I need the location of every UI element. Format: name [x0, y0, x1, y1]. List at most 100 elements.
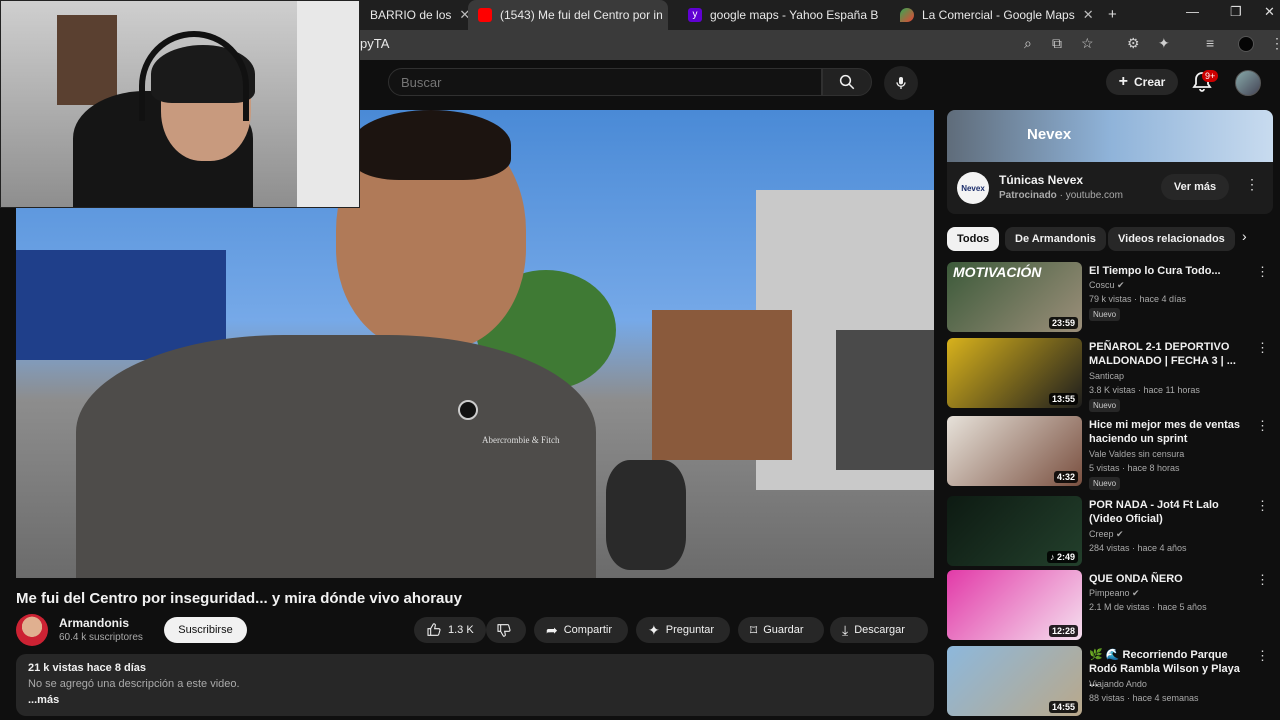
- download-button[interactable]: ⤓ Descargar: [830, 617, 928, 643]
- headphones-icon: [139, 31, 249, 121]
- maps-favicon-icon: [900, 8, 914, 22]
- recommended-video[interactable]: 14:55 🌿 🌊 Recorriendo Parque Rodó Rambla …: [947, 646, 1273, 718]
- kebab-menu-icon[interactable]: ⋮: [1256, 340, 1269, 356]
- new-tab-icon[interactable]: +: [1108, 6, 1117, 23]
- tab-yahoo-search[interactable]: y google maps - Yahoo España B ✕: [678, 0, 880, 30]
- chevron-right-icon[interactable]: ›: [1242, 228, 1247, 244]
- share-button[interactable]: ➦ Compartir: [534, 617, 628, 643]
- video-thumbnail[interactable]: 14:55: [947, 646, 1082, 716]
- views-and-date: 21 k vistas hace 8 días: [28, 662, 147, 674]
- channel-name: Creep: [1089, 529, 1114, 539]
- tab-google-maps[interactable]: La Comercial - Google Maps ✕: [890, 0, 1098, 30]
- tab-label: BARRIO de los: [370, 8, 452, 22]
- ad-banner-brand: Nevex: [1027, 126, 1072, 143]
- new-badge: Nuevo: [1089, 308, 1121, 321]
- recommended-channel[interactable]: Creep ✔: [1089, 529, 1124, 540]
- recommended-meta: 5 vistas · hace 8 horas: [1089, 463, 1180, 473]
- recommended-title[interactable]: El Tiempo lo Cura Todo...: [1089, 264, 1249, 278]
- recommended-title[interactable]: POR NADA - Jot4 Ft Lalo (Video Oficial): [1089, 498, 1249, 526]
- install-app-icon[interactable]: ⧉: [1052, 35, 1062, 52]
- share-label: Compartir: [563, 624, 613, 636]
- duration-badge: 4:32: [1053, 471, 1078, 483]
- recommended-meta: 79 k vistas · hace 4 días: [1089, 294, 1187, 304]
- description-box[interactable]: 21 k vistas hace 8 días No se agregó una…: [16, 654, 934, 716]
- webcam-overlay: [0, 0, 360, 208]
- recommended-channel[interactable]: Santicap: [1089, 371, 1124, 381]
- zoom-icon[interactable]: ⌕: [1024, 35, 1032, 52]
- video-thumbnail[interactable]: ♪ 2:49: [947, 496, 1082, 566]
- kebab-menu-icon[interactable]: ⋮: [1245, 176, 1259, 193]
- ask-button[interactable]: ✦ Preguntar: [636, 617, 730, 643]
- kebab-menu-icon[interactable]: ⋮: [1270, 35, 1280, 52]
- duration-badge: 12:28: [1048, 625, 1078, 637]
- subscriber-count: 60.4 k suscriptores: [59, 632, 143, 643]
- extension-icon[interactable]: ⚙: [1127, 35, 1140, 52]
- tab-youtube-video[interactable]: (1543) Me fui del Centro por in ✕: [468, 0, 668, 30]
- ad-title[interactable]: Túnicas Nevex: [999, 173, 1083, 187]
- minimize-icon[interactable]: —: [1186, 4, 1199, 19]
- url-text[interactable]: pyTA: [360, 36, 389, 51]
- recommended-channel[interactable]: Coscu ✔: [1089, 280, 1125, 291]
- recommended-video[interactable]: 13:55 PEÑAROL 2-1 DEPORTIVO MALDONADO | F…: [947, 338, 1273, 412]
- create-button[interactable]: + Crear: [1106, 69, 1178, 95]
- shelf-shape: [57, 15, 117, 105]
- kebab-menu-icon[interactable]: ⋮: [1256, 648, 1269, 664]
- kebab-menu-icon[interactable]: ⋮: [1256, 498, 1269, 514]
- sponsored-ad-card[interactable]: Nevex Nevex Túnicas Nevex Patrocinado · …: [947, 110, 1273, 214]
- channel-name[interactable]: Armandonis: [59, 616, 129, 630]
- puzzle-icon[interactable]: ✦: [1158, 35, 1170, 52]
- dislike-button[interactable]: [486, 617, 526, 643]
- save-button[interactable]: ⌑ Guardar: [738, 617, 824, 643]
- kebab-menu-icon[interactable]: ⋮: [1256, 572, 1269, 588]
- recommended-video[interactable]: ♪ 2:49 POR NADA - Jot4 Ft Lalo (Video Ofi…: [947, 496, 1273, 568]
- create-label: Crear: [1133, 75, 1166, 89]
- recommended-meta: 3.8 K vistas · hace 11 horas: [1089, 385, 1200, 395]
- duration-badge: ♪ 2:49: [1046, 551, 1078, 563]
- video-thumbnail[interactable]: MOTIVACIÓN 23:59: [947, 262, 1082, 332]
- bookmark-star-icon[interactable]: ☆: [1081, 35, 1094, 52]
- thumbs-down-icon: [497, 624, 511, 637]
- recommended-title[interactable]: PEÑAROL 2-1 DEPORTIVO MALDONADO | FECHA …: [1089, 340, 1249, 368]
- subscribe-button[interactable]: Suscribirse: [164, 617, 247, 643]
- recommended-title[interactable]: Hice mi mejor mes de ventas haciendo un …: [1089, 418, 1249, 446]
- channel-avatar[interactable]: [16, 614, 48, 646]
- profile-icon[interactable]: [1238, 36, 1254, 52]
- chip-de-armandonis[interactable]: De Armandonis: [1005, 227, 1106, 251]
- search-button[interactable]: [822, 68, 872, 96]
- video-thumbnail[interactable]: 12:28: [947, 570, 1082, 640]
- close-window-icon[interactable]: ✕: [1264, 4, 1275, 20]
- recommended-video[interactable]: 4:32 Hice mi mejor mes de ventas haciendo…: [947, 416, 1273, 490]
- ad-cta-button[interactable]: Ver más: [1161, 174, 1229, 200]
- recommended-video[interactable]: MOTIVACIÓN 23:59 El Tiempo lo Cura Todo...…: [947, 262, 1273, 334]
- search-input[interactable]: [388, 68, 822, 96]
- search-icon: [839, 74, 855, 90]
- chip-videos-relacionados[interactable]: Videos relacionados: [1108, 227, 1235, 251]
- kebab-menu-icon[interactable]: ⋮: [1256, 264, 1269, 280]
- close-icon[interactable]: ✕: [1083, 7, 1094, 23]
- sparkle-icon: ✦: [648, 621, 660, 638]
- show-more-link[interactable]: ...más: [28, 694, 922, 706]
- voice-search-button[interactable]: [884, 66, 918, 100]
- video-thumbnail[interactable]: 4:32: [947, 416, 1082, 486]
- kebab-menu-icon[interactable]: ⋮: [1256, 418, 1269, 434]
- verified-icon: ✔: [1113, 529, 1124, 539]
- recommended-channel[interactable]: Viajando Ando: [1089, 679, 1147, 689]
- ad-banner-image[interactable]: Nevex: [947, 110, 1273, 162]
- account-avatar[interactable]: [1235, 70, 1261, 96]
- ad-domain: youtube.com: [1065, 190, 1123, 201]
- description-text: No se agregó una descripción a este vide…: [28, 678, 240, 690]
- media-icon[interactable]: ≡: [1206, 35, 1214, 51]
- like-button[interactable]: 1.3 K: [414, 617, 486, 643]
- chip-todos[interactable]: Todos: [947, 227, 1000, 251]
- recommended-channel[interactable]: Pimpeano ✔: [1089, 588, 1140, 599]
- video-thumbnail[interactable]: 13:55: [947, 338, 1082, 408]
- duration-badge: 14:55: [1048, 701, 1078, 713]
- close-icon[interactable]: ✕: [459, 7, 468, 23]
- restore-icon[interactable]: ❐: [1230, 4, 1242, 20]
- recommended-meta: 284 vistas · hace 4 años: [1089, 543, 1187, 553]
- recommended-video[interactable]: 12:28 QUE ONDA ÑERO Pimpeano ✔ 2.1 M de vis…: [947, 570, 1273, 642]
- recommended-title[interactable]: QUE ONDA ÑERO: [1089, 572, 1249, 586]
- recommended-channel[interactable]: Vale Valdes sin censura: [1089, 449, 1184, 459]
- tab-barrio[interactable]: BARRIO de los ✕: [360, 0, 468, 30]
- ad-brand-logo: Nevex: [957, 172, 989, 204]
